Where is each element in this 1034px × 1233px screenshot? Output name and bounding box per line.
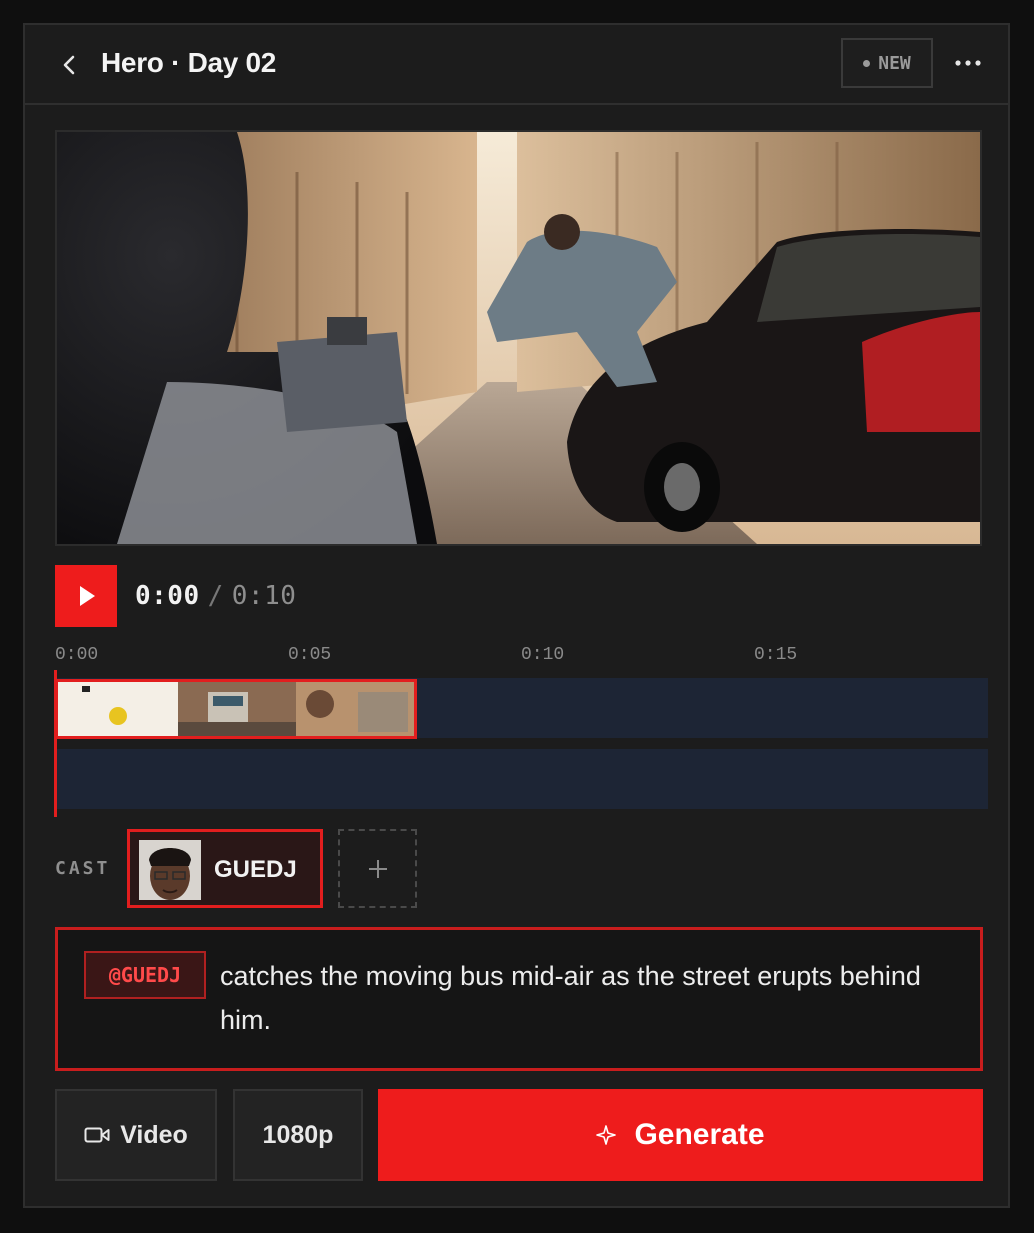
resolution-label: 1080p	[262, 1120, 334, 1149]
current-time: 0:00	[135, 581, 200, 611]
video-frame	[57, 132, 980, 544]
new-badge-label: NEW	[878, 52, 911, 74]
time-separator: /	[207, 581, 224, 611]
more-options-icon[interactable]	[952, 53, 984, 73]
cast-label: CAST	[55, 858, 111, 879]
timeline-clip[interactable]	[55, 679, 417, 739]
video-camera-icon	[84, 1127, 110, 1143]
page-title: Hero · Day 02	[101, 47, 277, 78]
video-preview[interactable]	[55, 130, 982, 546]
resolution-button[interactable]: 1080p	[233, 1089, 363, 1181]
time-display: 0:00/0:10	[135, 581, 296, 611]
chevron-left-icon[interactable]	[59, 51, 81, 79]
plus-icon	[368, 859, 387, 878]
play-icon	[80, 586, 95, 606]
dot-icon	[863, 59, 871, 67]
timeline-track-secondary[interactable]	[55, 749, 988, 809]
tick-label: 0:05	[288, 645, 332, 665]
generate-label: Generate	[634, 1118, 765, 1151]
add-cast-button[interactable]	[338, 829, 417, 908]
tick-label: 0:00	[55, 645, 99, 665]
tick-label: 0:15	[754, 645, 798, 665]
mention-tag[interactable]: @GUEDJ	[84, 951, 206, 999]
new-badge: NEW	[841, 38, 933, 88]
clip-thumbnails	[58, 682, 414, 736]
prompt-text[interactable]: catches the moving bus mid-air as the st…	[220, 954, 940, 1042]
editor-panel: Hero · Day 02 NEW 0:00 / 0:10 0:00 0:05 …	[23, 23, 1010, 1208]
mode-label: Video	[120, 1120, 188, 1149]
timeline-ruler: 0:00 0:05 0:10 0:15	[55, 645, 985, 669]
play-button[interactable]	[55, 565, 117, 627]
generate-button[interactable]: Generate	[378, 1089, 983, 1181]
mode-video-button[interactable]: Video	[55, 1089, 217, 1181]
cast-member-chip[interactable]: GUEDJ	[127, 829, 323, 908]
cast-member-name: GUEDJ	[214, 856, 297, 883]
total-time: 0:10	[231, 581, 297, 611]
tick-label: 0:10	[521, 645, 565, 665]
playhead[interactable]	[54, 670, 57, 817]
header: Hero · Day 02 NEW	[25, 25, 1008, 105]
sparkle-icon	[596, 1125, 617, 1145]
avatar	[139, 840, 201, 900]
prompt-input[interactable]: @GUEDJ catches the moving bus mid-air as…	[55, 927, 983, 1071]
